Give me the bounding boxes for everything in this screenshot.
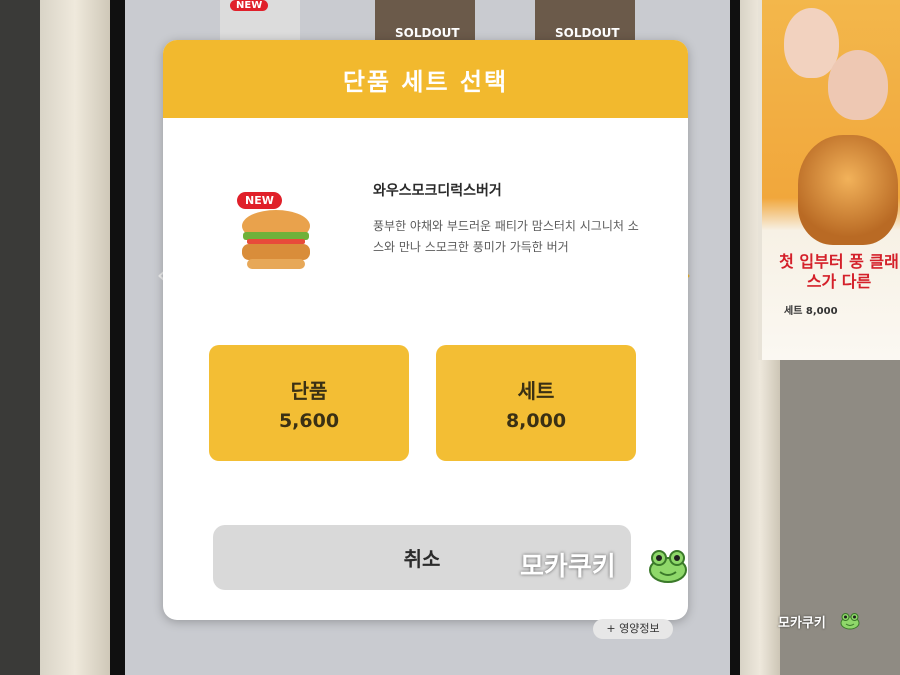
poster-price: 세트 8,000 bbox=[784, 306, 838, 317]
set-button[interactable]: 세트 8,000 bbox=[436, 345, 636, 461]
poster-model-2 bbox=[828, 50, 888, 120]
background-soldout-label-2: SOLDOUT bbox=[555, 26, 620, 40]
watermark-text: 모카쿠키 bbox=[520, 552, 616, 582]
modal-title: 단품 세트 선택 bbox=[342, 67, 509, 96]
nutrition-info-button[interactable]: + 영양정보 bbox=[593, 619, 673, 639]
frog-icon bbox=[649, 550, 687, 583]
left-pillar bbox=[40, 0, 110, 675]
cancel-label: 취소 bbox=[403, 547, 441, 571]
set-selection-modal: 단품 세트 선택 NEW 와우스모크디럭스버거 풍부한 야채와 부드러운 패티가… bbox=[163, 40, 688, 620]
set-label: 세트 bbox=[517, 378, 555, 403]
product-description: 풍부한 야채와 부드러운 패티가 맘스터치 시그니처 소스와 만나 스모크한 풍… bbox=[373, 219, 639, 254]
background-new-badge: NEW bbox=[230, 0, 269, 11]
frog-icon-small bbox=[840, 613, 860, 630]
background-soldout-label-1: SOLDOUT bbox=[395, 26, 460, 40]
poster-headline: 첫 입부터 풍 클래스가 다른 bbox=[779, 252, 899, 291]
set-price: 8,000 bbox=[505, 409, 567, 432]
modal-header: 단품 세트 선택 bbox=[163, 40, 688, 118]
new-badge: NEW bbox=[237, 192, 282, 209]
watermark-text-small: 모카쿠키 bbox=[778, 616, 826, 631]
single-item-label: 단품 bbox=[290, 378, 328, 403]
single-item-button[interactable]: 단품 5,600 bbox=[209, 345, 409, 461]
poster-burger-image bbox=[798, 135, 898, 245]
promo-poster: 첫 입부터 풍 클래스가 다른 세트 8,000 bbox=[758, 0, 900, 360]
product-name: 와우스모크디럭스버거 bbox=[373, 183, 502, 199]
single-item-price: 5,600 bbox=[278, 409, 340, 432]
